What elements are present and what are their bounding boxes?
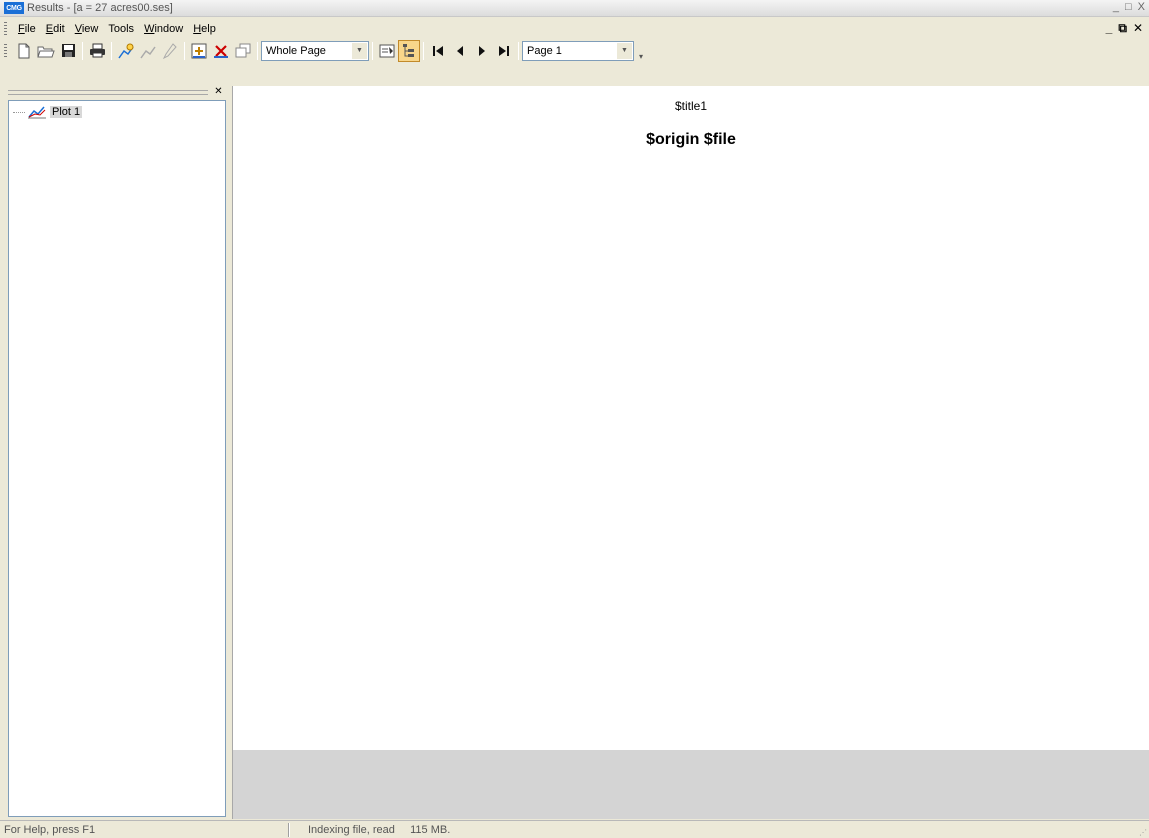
last-page-icon (499, 45, 509, 56)
toolbar-separator (111, 41, 112, 60)
tree-view-toggle-button[interactable] (398, 39, 420, 62)
pen-icon (163, 42, 177, 59)
toolbar-separator (257, 41, 258, 60)
tree-item-label: Plot 1 (50, 106, 83, 118)
mdi-close-button[interactable]: ✕ (1133, 21, 1143, 36)
open-folder-icon (37, 46, 55, 57)
tree-item-plot-1[interactable]: Plot 1 (13, 105, 83, 119)
zoom-select[interactable]: Whole Page ▼ (261, 40, 369, 61)
status-bar: For Help, press F1 Indexing file, read 1… (0, 820, 1149, 838)
edit-plot-button[interactable] (137, 40, 159, 62)
next-page-button[interactable] (471, 40, 493, 62)
title-bar[interactable]: CMG Results - [a = 27 acres00.ses] _ □ X (0, 0, 1149, 17)
window-button[interactable] (232, 40, 254, 62)
next-page-icon (479, 45, 485, 56)
toolbar-separator (518, 41, 519, 60)
status-indexing-text: Indexing file, read 115 MB. (308, 823, 451, 836)
plot-icon (28, 106, 46, 119)
page-select-value: Page 1 (527, 44, 562, 57)
insert-add-icon (191, 43, 207, 58)
first-page-button[interactable] (427, 40, 449, 62)
toolbar-separator (184, 41, 185, 60)
tree-view-icon (403, 43, 414, 57)
open-file-button[interactable] (35, 40, 57, 62)
minimize-button[interactable]: _ (1113, 1, 1119, 13)
plot-edit-icon (140, 46, 156, 58)
delete-button[interactable] (210, 40, 232, 62)
mdi-controls: _ ⧉ ✕ (1106, 21, 1143, 36)
toolbar-separator (372, 41, 373, 60)
plot-view: $title1 $origin $file (232, 86, 1149, 819)
plot-title: $title1 (674, 99, 708, 113)
tree-pane: ✕ Plot 1 (6, 86, 228, 819)
pen-button[interactable] (159, 40, 181, 62)
tree-pane-header: ✕ (6, 86, 228, 100)
maximize-button[interactable]: □ (1125, 1, 1132, 13)
windows-cascade-icon (235, 43, 251, 57)
close-button[interactable]: X (1138, 1, 1145, 13)
add-plot-button[interactable] (115, 40, 137, 62)
status-help-text: For Help, press F1 (4, 823, 96, 836)
resize-grip-icon[interactable]: ⋰ (1139, 828, 1147, 837)
properties-icon (379, 44, 395, 57)
plot-page[interactable]: $title1 $origin $file (233, 86, 1149, 750)
save-button[interactable] (57, 40, 79, 62)
print-button[interactable] (86, 40, 108, 62)
printer-icon (89, 43, 105, 58)
save-disk-icon (61, 44, 75, 57)
mdi-minimize-button[interactable]: _ (1106, 21, 1113, 36)
chevron-down-icon[interactable]: ▼ (352, 42, 367, 59)
first-page-icon (433, 45, 443, 56)
window-title: Results - [a = 27 acres00.ses] (27, 2, 173, 14)
pane-close-icon[interactable]: ✕ (213, 87, 224, 98)
toolbar-grip[interactable] (4, 43, 7, 58)
new-file-icon (18, 43, 30, 58)
chevron-down-icon[interactable]: ▼ (617, 42, 632, 59)
pane-grip[interactable] (8, 90, 208, 95)
toolbar-separator (82, 41, 83, 60)
previous-page-icon (457, 45, 463, 56)
mdi-restore-button[interactable]: ⧉ (1118, 21, 1127, 36)
delete-x-icon (214, 44, 228, 58)
page-select[interactable]: Page 1 ▼ (522, 40, 634, 61)
window-controls: _ □ X (1113, 1, 1145, 13)
tree-connector (13, 111, 25, 113)
plot-tree: Plot 1 (8, 100, 226, 817)
plot-subtitle: $origin $file (646, 131, 736, 148)
toolbar-separator (423, 41, 424, 60)
zoom-select-value: Whole Page (266, 44, 326, 57)
toolbar: Whole Page ▼ Page 1 ▼ ▾ (0, 39, 710, 87)
last-page-button[interactable] (493, 40, 515, 62)
previous-page-button[interactable] (449, 40, 471, 62)
properties-button[interactable] (376, 40, 398, 62)
insert-button[interactable] (188, 40, 210, 62)
new-file-button[interactable] (13, 40, 35, 62)
toolbar-overflow-icon[interactable]: ▾ (637, 41, 645, 61)
app-logo-icon: CMG (4, 2, 24, 14)
add-plot-icon (118, 43, 134, 58)
